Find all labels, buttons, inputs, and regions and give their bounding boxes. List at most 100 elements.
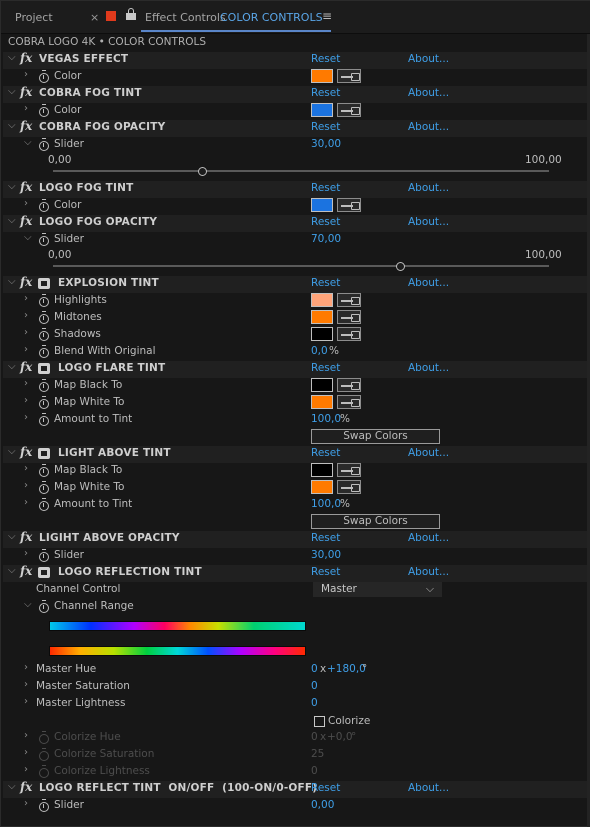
stopwatch-icon[interactable] (35, 799, 52, 814)
slider-handle[interactable] (197, 167, 207, 176)
slider-value[interactable]: 70,00 (311, 233, 341, 245)
slider-value[interactable]: 30,00 (311, 138, 341, 150)
fx-toggle-icon[interactable]: fx (20, 85, 32, 99)
fx-toggle-icon[interactable]: fx (20, 180, 32, 194)
reset-link[interactable]: Reset (311, 87, 340, 99)
effect-header[interactable]: ⌵ fx EXPLOSION TINT Reset About... (3, 275, 587, 293)
stopwatch-icon[interactable] (35, 464, 52, 479)
fx-toggle-icon[interactable]: fx (20, 445, 32, 459)
chevron-right-icon[interactable]: › (24, 798, 28, 809)
reset-link[interactable]: Reset (311, 532, 340, 544)
reset-link[interactable]: Reset (311, 362, 340, 374)
slider-value[interactable]: 0,00 (311, 799, 334, 811)
stopwatch-icon[interactable] (35, 311, 52, 326)
color-swatch[interactable] (311, 480, 333, 494)
hue-range-bar-input[interactable] (49, 621, 306, 631)
stopwatch-icon[interactable] (35, 104, 52, 119)
reset-link[interactable]: Reset (311, 782, 340, 794)
about-link[interactable]: About... (408, 121, 449, 133)
eyedropper-icon[interactable] (337, 463, 361, 477)
stopwatch-icon[interactable] (35, 379, 52, 394)
eyedropper-icon[interactable] (337, 327, 361, 341)
chevron-right-icon[interactable]: › (24, 344, 28, 355)
slider-handle[interactable] (396, 262, 406, 271)
stopwatch-icon[interactable] (35, 233, 52, 248)
hue-revolutions[interactable]: 0 (311, 663, 318, 675)
about-link[interactable]: About... (408, 447, 449, 459)
stopwatch-icon[interactable] (35, 328, 52, 343)
chevron-down-icon[interactable]: ⌵ (8, 86, 16, 97)
eyedropper-icon[interactable] (337, 395, 361, 409)
fx-toggle-icon[interactable]: fx (20, 360, 32, 374)
stopwatch-icon[interactable] (35, 199, 52, 214)
effect-header[interactable]: ⌵ fx COBRA FOG OPACITY Reset About... (3, 119, 587, 137)
reset-link[interactable]: Reset (311, 121, 340, 133)
color-swatch[interactable] (311, 103, 333, 117)
fx-toggle-icon[interactable]: fx (20, 564, 32, 578)
chevron-right-icon[interactable]: › (24, 497, 28, 508)
close-tab-icon[interactable]: × (90, 11, 99, 24)
color-swatch[interactable] (311, 327, 333, 341)
about-link[interactable]: About... (408, 182, 449, 194)
chevron-down-icon[interactable]: ⌵ (8, 531, 16, 542)
effect-header[interactable]: ⌵ fx LIGIHT ABOVE OPACITY Reset About... (3, 530, 587, 548)
chevron-right-icon[interactable]: › (24, 548, 28, 559)
property-value[interactable]: 100,0 (311, 498, 341, 510)
fx-toggle-icon[interactable]: fx (20, 119, 32, 133)
color-swatch[interactable] (311, 293, 333, 307)
eyedropper-icon[interactable] (337, 293, 361, 307)
chevron-down-icon[interactable]: ⌵ (24, 599, 32, 610)
hue-degrees[interactable]: +180,0 (327, 663, 366, 675)
about-link[interactable]: About... (408, 277, 449, 289)
effect-header[interactable]: ⌵ fx LOGO FOG TINT Reset About... (3, 180, 587, 198)
slider-track[interactable] (53, 170, 549, 172)
reset-link[interactable]: Reset (311, 182, 340, 194)
tab-effect-controls-comp[interactable]: COLOR CONTROLS (220, 11, 323, 24)
colorize-checkbox[interactable] (314, 716, 325, 727)
effect-header[interactable]: ⌵ fx LOGO FLARE TINT Reset About... (3, 360, 587, 378)
tab-effect-controls-label[interactable]: Effect Controls (145, 11, 226, 24)
color-swatch[interactable] (311, 378, 333, 392)
chevron-down-icon[interactable]: ⌵ (8, 120, 16, 131)
property-value[interactable]: 0 (311, 680, 318, 692)
fx-toggle-icon[interactable]: fx (20, 530, 32, 544)
effect-header[interactable]: ⌵ fx LOGO REFLECTION TINT Reset About... (3, 564, 587, 582)
fx-toggle-icon[interactable]: fx (20, 51, 32, 65)
stopwatch-icon[interactable] (35, 498, 52, 513)
stopwatch-icon[interactable] (35, 345, 52, 360)
about-link[interactable]: About... (408, 782, 449, 794)
chevron-down-icon[interactable]: ⌵ (8, 181, 16, 192)
chevron-down-icon[interactable]: ⌵ (8, 276, 16, 287)
reset-link[interactable]: Reset (311, 447, 340, 459)
reset-link[interactable]: Reset (311, 53, 340, 65)
chevron-down-icon[interactable]: ⌵ (8, 565, 16, 576)
stopwatch-icon[interactable] (35, 294, 52, 309)
fx-toggle-icon[interactable]: fx (20, 214, 32, 228)
color-swatch[interactable] (311, 69, 333, 83)
eyedropper-icon[interactable] (337, 480, 361, 494)
hue-range-bar-output[interactable] (49, 646, 306, 656)
panel-menu-icon[interactable]: ≡ (322, 9, 332, 23)
chevron-down-icon[interactable]: ⌵ (24, 232, 32, 243)
fx-toggle-icon[interactable]: fx (20, 275, 32, 289)
chevron-right-icon[interactable]: › (24, 679, 28, 690)
lock-icon[interactable] (126, 8, 136, 20)
swap-colors-button[interactable]: Swap Colors (311, 514, 440, 529)
about-link[interactable]: About... (408, 87, 449, 99)
stopwatch-icon[interactable] (35, 138, 52, 153)
property-value[interactable]: 0 (311, 697, 318, 709)
fx-toggle-icon[interactable]: fx (20, 780, 32, 794)
effect-header[interactable]: ⌵ fx LOGO FOG OPACITY Reset About... (3, 214, 587, 232)
effect-header[interactable]: ⌵ fx LIGHT ABOVE TINT Reset About... (3, 445, 587, 463)
tab-project[interactable]: Project (15, 11, 53, 24)
chevron-down-icon[interactable]: ⌵ (8, 361, 16, 372)
effect-header[interactable]: ⌵ fx LOGO REFLECT TINT ON/OFF (100-ON/0-… (3, 780, 587, 798)
eyedropper-icon[interactable] (337, 378, 361, 392)
chevron-down-icon[interactable]: ⌵ (24, 137, 32, 148)
color-swatch[interactable] (311, 395, 333, 409)
about-link[interactable]: About... (408, 566, 449, 578)
slider-track[interactable] (53, 265, 549, 267)
property-value[interactable]: 0,0 (311, 345, 328, 357)
stopwatch-icon[interactable] (35, 396, 52, 411)
stopwatch-icon[interactable] (35, 70, 52, 85)
